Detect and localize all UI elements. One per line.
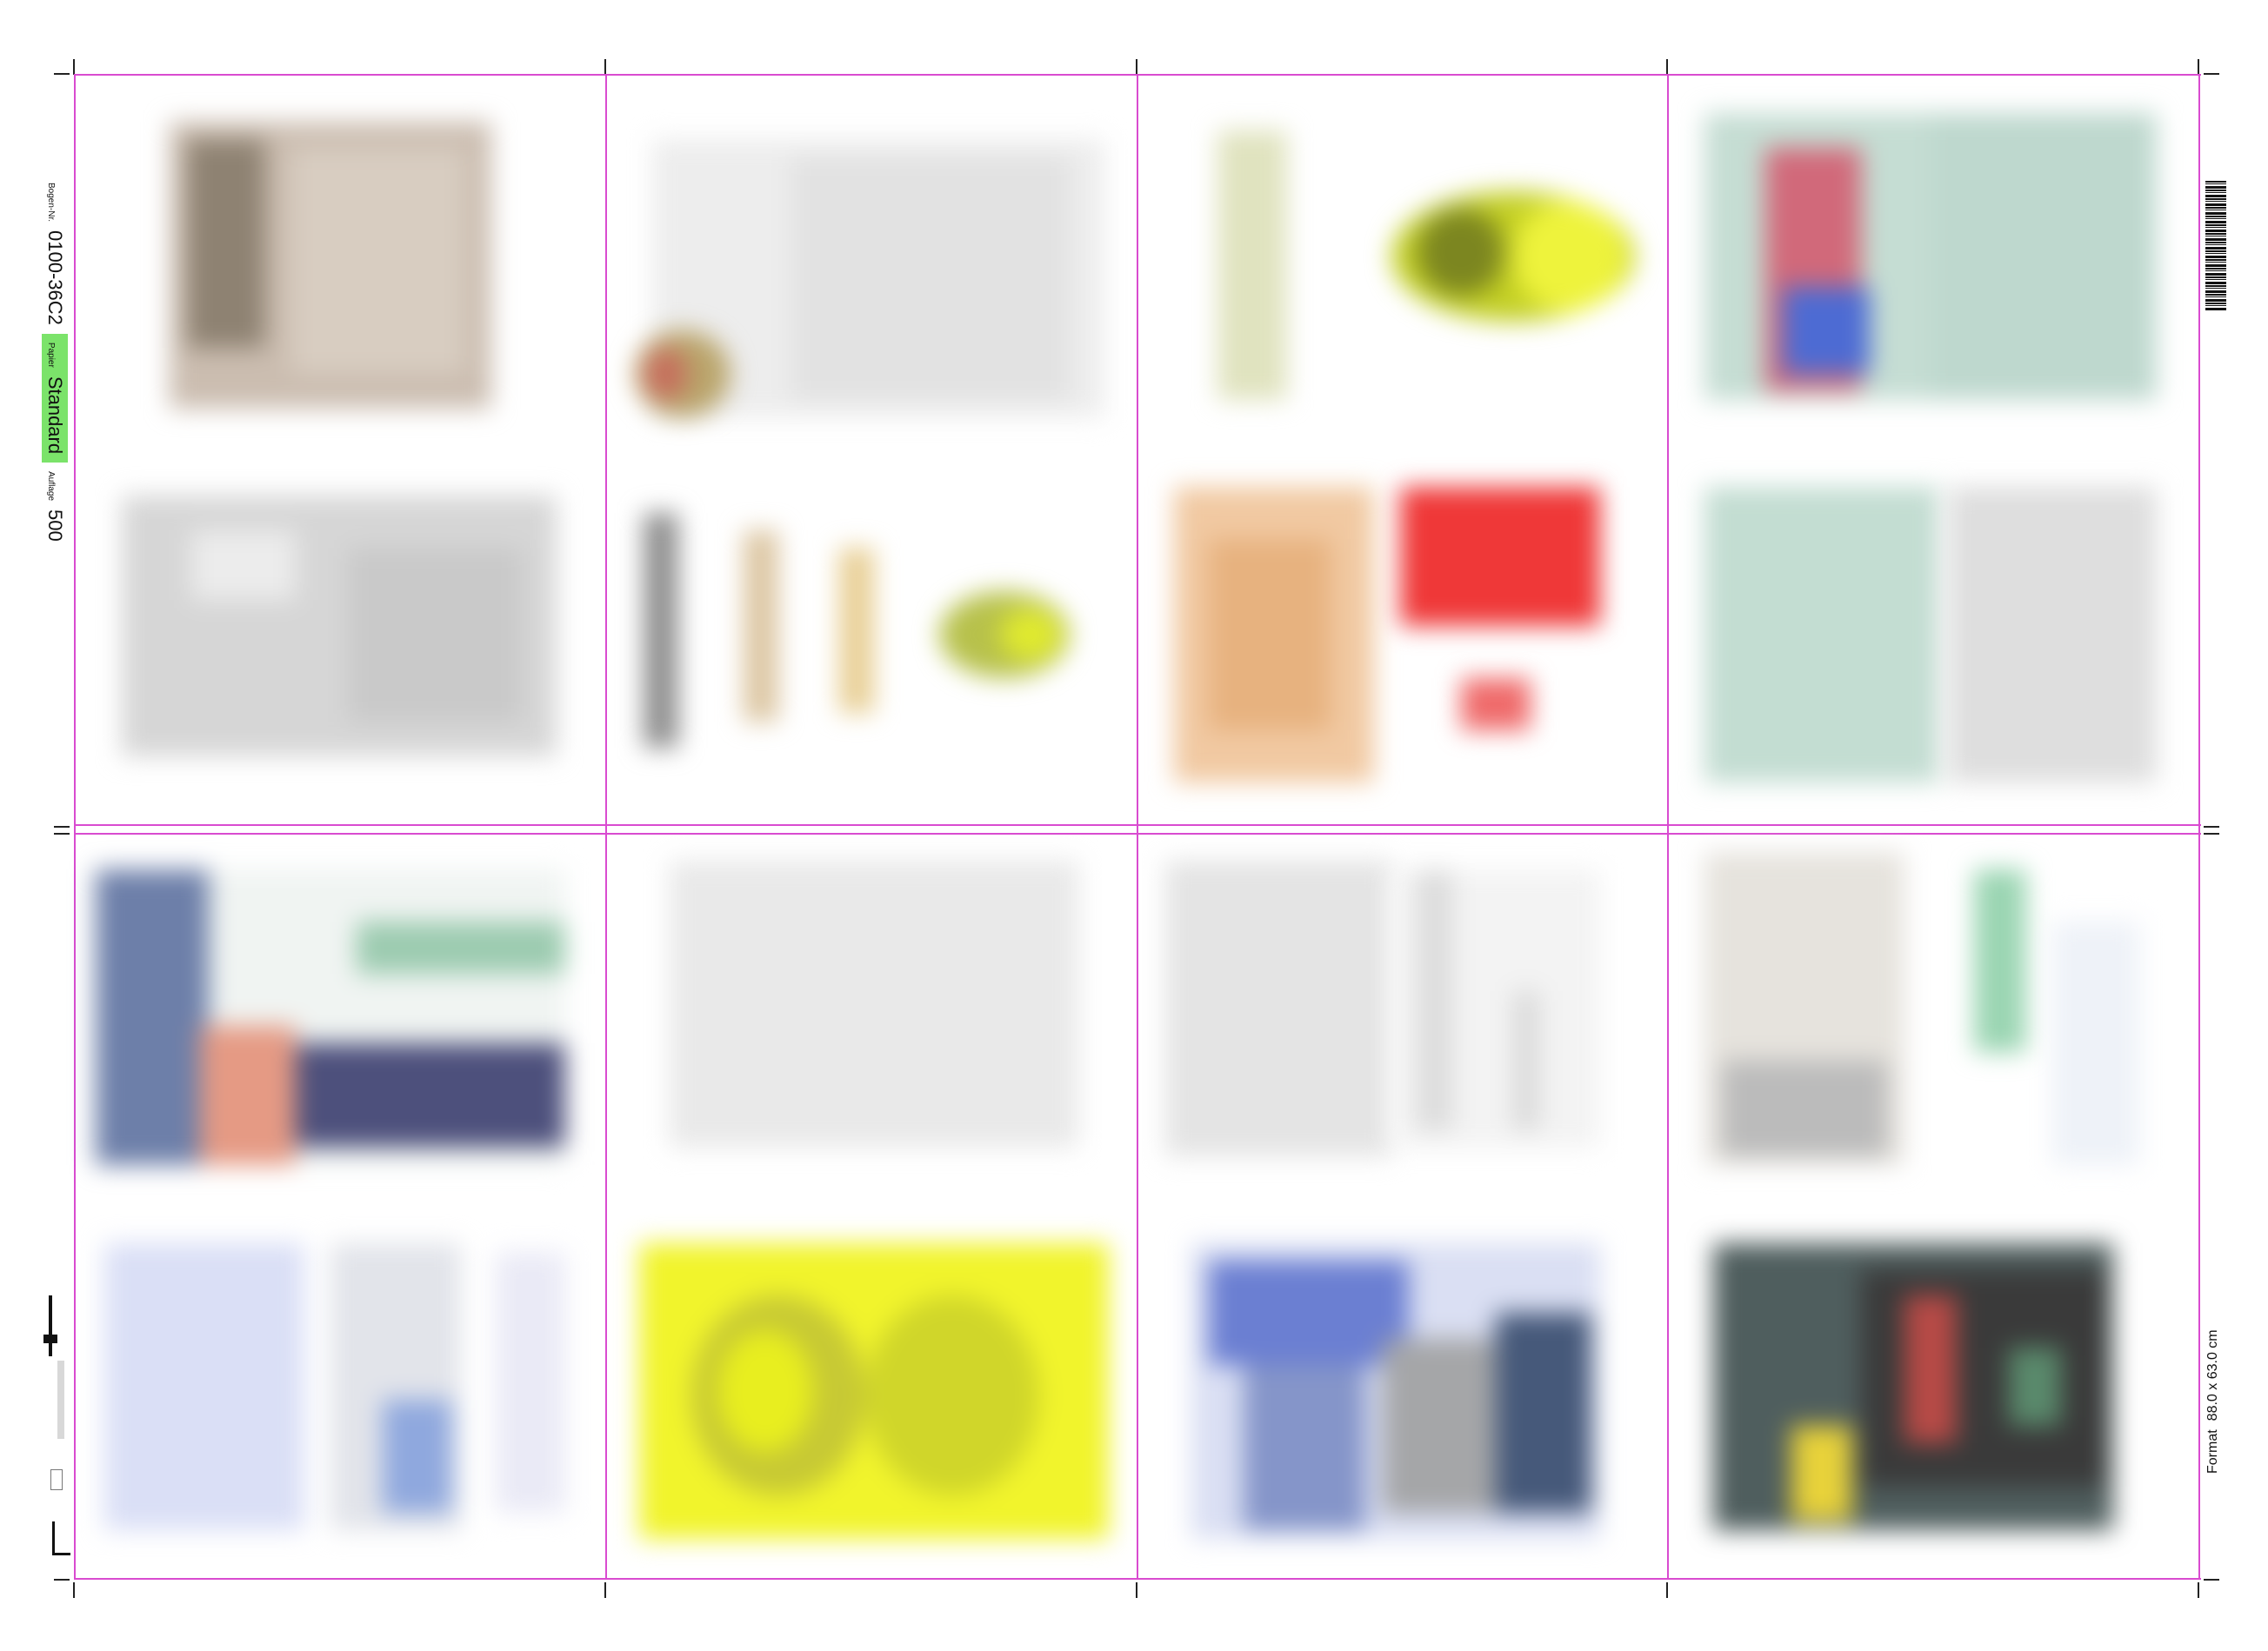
panel-line xyxy=(74,824,2201,826)
panel-line xyxy=(1137,74,1138,1580)
job-slug: Bogen-Nr. 0100-36C2 Papier Standard Aufl… xyxy=(42,183,68,542)
panel-line xyxy=(74,74,2201,76)
crop-mark xyxy=(1136,59,1137,75)
crop-mark xyxy=(1666,59,1668,75)
paper-label: Papier xyxy=(46,342,56,368)
page-preview xyxy=(1713,1243,2113,1530)
page-preview xyxy=(170,122,491,409)
page-preview xyxy=(1400,487,1600,626)
registration-mark xyxy=(43,1335,57,1343)
page-preview xyxy=(1391,869,1600,1148)
page-preview xyxy=(744,530,778,722)
panel-line xyxy=(1667,74,1669,1580)
page-preview xyxy=(104,1243,304,1530)
page-preview xyxy=(939,591,1070,678)
page-preview xyxy=(1948,487,2157,782)
page-preview xyxy=(1174,487,1374,782)
crop-mark xyxy=(1136,1582,1137,1598)
crop-mark xyxy=(2198,59,2199,75)
crop-mark xyxy=(604,1582,606,1598)
crop-mark xyxy=(54,73,70,75)
page-preview xyxy=(122,496,557,756)
format-slug: Format 88.0 x 63.0 cm xyxy=(2205,1329,2221,1474)
page-preview xyxy=(1974,869,2026,1052)
crop-mark xyxy=(1666,1582,1668,1598)
page-preview xyxy=(330,1243,461,1530)
page-preview xyxy=(2052,922,2139,1165)
fine-print xyxy=(57,1361,64,1439)
crop-mark xyxy=(2204,1579,2219,1581)
page-preview xyxy=(1191,1243,1600,1539)
page-preview xyxy=(639,1243,1109,1539)
fine-print xyxy=(50,1469,63,1490)
paper-tag: Papier Standard xyxy=(42,333,68,463)
format-value: 88.0 x 63.0 cm xyxy=(2205,1329,2220,1421)
crop-mark xyxy=(54,1579,70,1581)
crop-mark xyxy=(604,59,606,75)
crop-mark xyxy=(2198,1582,2199,1598)
panel-line xyxy=(74,74,76,1580)
corner-mark xyxy=(52,1521,70,1555)
registration-mark xyxy=(49,1295,52,1356)
order-label: Bogen-Nr. xyxy=(46,183,56,223)
crop-mark xyxy=(2204,73,2219,75)
page-preview xyxy=(1704,113,2157,400)
paper-value: Standard xyxy=(44,376,66,455)
crop-mark xyxy=(73,1582,75,1598)
crop-mark xyxy=(54,833,70,835)
run-label: Auflage xyxy=(46,471,56,502)
page-preview xyxy=(96,869,565,1165)
panel-line xyxy=(74,1578,2201,1580)
crop-mark xyxy=(54,826,70,828)
panel-line xyxy=(2198,74,2200,1580)
page-preview xyxy=(670,861,1078,1148)
crop-mark xyxy=(2204,833,2219,835)
page-preview xyxy=(1165,861,1391,1156)
order-number: 0100-36C2 xyxy=(44,230,66,325)
page-preview xyxy=(635,330,730,417)
panel-line xyxy=(74,833,2201,835)
page-preview xyxy=(1391,191,1635,322)
page-preview xyxy=(1704,487,1939,782)
page-preview xyxy=(839,548,874,713)
page-preview xyxy=(1704,852,1904,1165)
crop-mark xyxy=(73,59,75,75)
crop-mark xyxy=(2204,826,2219,828)
page-preview xyxy=(496,1252,565,1513)
page-preview xyxy=(644,513,678,748)
barcode xyxy=(2205,181,2226,311)
page-preview xyxy=(1217,130,1287,400)
format-label: Format xyxy=(2205,1429,2220,1474)
run-value: 500 xyxy=(44,509,66,542)
page-preview xyxy=(1461,678,1531,730)
panel-line xyxy=(605,74,607,1580)
